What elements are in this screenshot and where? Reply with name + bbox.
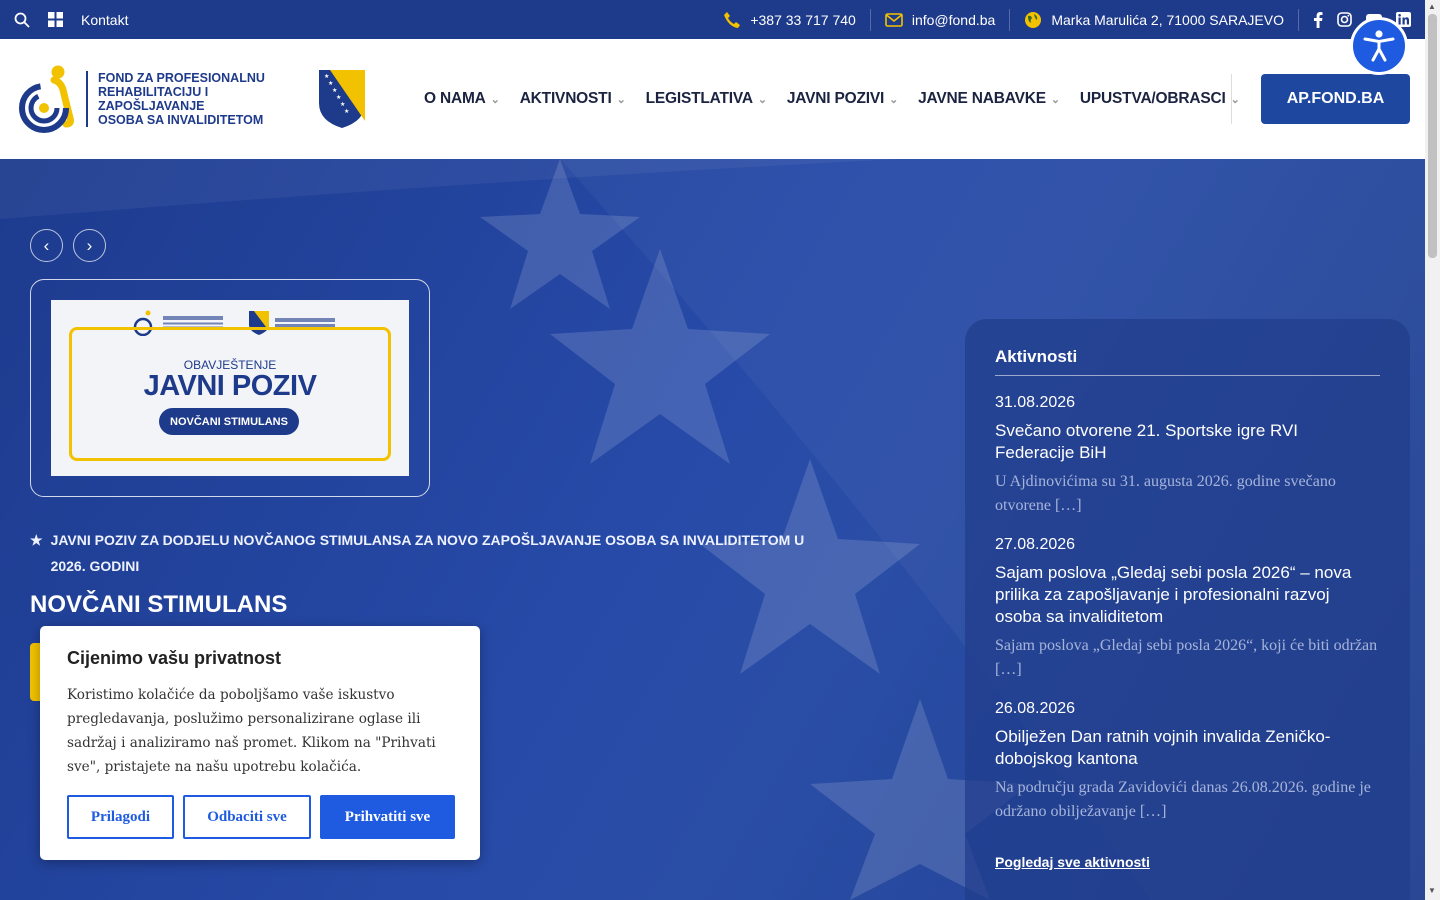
news-title[interactable]: Svečano otvorene 21. Sportske igre RVI F… (995, 420, 1380, 464)
phone-contact[interactable]: +387 33 717 740 (709, 8, 871, 31)
instagram-icon[interactable] (1337, 12, 1352, 27)
news-excerpt: Na području grada Zavidovići danas 26.08… (995, 779, 1371, 820)
svg-text:★: ★ (336, 94, 341, 101)
nav-item-legistlativa[interactable]: LEGISTLATIVA ⌄ (646, 90, 767, 108)
nav-label: AKTIVNOSTI (519, 90, 612, 107)
grid-menu-icon[interactable] (48, 12, 63, 27)
coat-of-arms-icon: ★ ★ ★ ★ ★ ★ (318, 69, 366, 129)
svg-text:★: ★ (332, 87, 337, 94)
logo-text: FOND ZA PROFESIONALNU REHABILITACIJU I Z… (86, 71, 310, 127)
site-header: FOND ZA PROFESIONALNU REHABILITACIJU I Z… (0, 39, 1425, 159)
nav-label: JAVNE NABAVKE (918, 90, 1046, 107)
scroll-down-icon[interactable]: ▼ (1428, 886, 1436, 895)
logo-line-3: OSOBA SA INVALIDITETOM (98, 113, 264, 127)
ap-fond-button[interactable]: AP.FOND.BA (1261, 74, 1410, 124)
slide-headline-text: JAVNI POZIV ZA DODJELU NOVČANOG STIMULAN… (50, 532, 805, 574)
slide-title: NOVČANI STIMULANS (30, 591, 288, 618)
nav-label: LEGISTLATIVA (645, 90, 753, 107)
news-date: 31.08.2026 (995, 394, 1076, 411)
slide-image-title: JAVNI POZIV (143, 370, 317, 402)
slider-prev-button[interactable]: ‹ (30, 229, 63, 262)
email-address: info@fond.ba (911, 11, 996, 28)
site-logo[interactable]: FOND ZA PROFESIONALNU REHABILITACIJU I Z… (14, 63, 366, 135)
kontakt-link[interactable]: Kontakt (81, 12, 128, 28)
nav-label: UPUSTVA/OBRASCI (1079, 90, 1226, 107)
nav-item-o-nama[interactable]: O NAMA ⌄ (424, 90, 500, 108)
slider-next-button[interactable]: › (73, 229, 106, 262)
nav-item-aktivnosti[interactable]: AKTIVNOSTI ⌄ (520, 90, 626, 108)
chevron-down-icon: ⌄ (490, 93, 500, 106)
phone-number: +387 33 717 740 (750, 11, 856, 28)
nav-label: JAVNI POZIVI (786, 90, 885, 107)
slider-controls: ‹ › (30, 229, 106, 262)
scrollbar-thumb[interactable] (1428, 14, 1437, 258)
news-item[interactable]: 31.08.2026 Svečano otvorene 21. Sportske… (995, 394, 1380, 518)
logo-line-2: REHABILITACIJU I ZAPOŠLJAVANJE (98, 85, 209, 113)
slide-headline[interactable]: ★ JAVNI POZIV ZA DODJELU NOVČANOG STIMUL… (30, 527, 830, 579)
cookie-accept-button[interactable]: Prihvatiti sve (320, 795, 455, 839)
svg-text:★: ★ (324, 73, 329, 80)
cookie-consent-dialog: Cijenimo vašu privatnost Koristimo kolač… (40, 626, 480, 860)
nav-item-javne-nabavke[interactable]: JAVNE NABAVKE ⌄ (918, 90, 1060, 108)
slide-image-pill: NOVČANI STIMULANS (159, 408, 299, 435)
nav-item-upustva-obrasci[interactable]: UPUSTVA/OBRASCI ⌄ (1080, 90, 1240, 108)
news-excerpt: U Ajdinovićima su 31. augusta 2026. godi… (995, 473, 1336, 514)
wheelchair-logo-icon (14, 64, 78, 134)
news-title[interactable]: Obilježen Dan ratnih vojnih invalida Zen… (995, 726, 1380, 770)
accessibility-icon (1362, 29, 1396, 63)
news-item[interactable]: 26.08.2026 Obilježen Dan ratnih vojnih i… (995, 700, 1380, 824)
cookie-buttons: Prilagodi Odbaciti sve Prihvatiti sve (67, 795, 455, 839)
svg-text:★: ★ (344, 108, 349, 115)
nav-item-javni-pozivi[interactable]: JAVNI POZIVI ⌄ (787, 90, 898, 108)
globe-icon (1024, 11, 1042, 29)
svg-text:★: ★ (328, 80, 333, 87)
aktivnosti-heading: Aktivnosti (995, 347, 1380, 376)
page-scrollbar[interactable]: ▲ ▼ (1425, 0, 1440, 900)
chevron-down-icon: ⌄ (1050, 93, 1060, 106)
slide-card[interactable]: OBAVJEŠTENJE JAVNI POZIV NOVČANI STIMULA… (30, 279, 430, 497)
nav-label: O NAMA (424, 90, 486, 107)
facebook-icon[interactable] (1313, 11, 1323, 28)
cookie-customize-button[interactable]: Prilagodi (67, 795, 174, 839)
cookie-title: Cijenimo vašu privatnost (67, 648, 282, 668)
slide-image: OBAVJEŠTENJE JAVNI POZIV NOVČANI STIMULA… (51, 300, 409, 476)
logo-line-1: FOND ZA PROFESIONALNU (98, 71, 265, 85)
nav-divider (1231, 74, 1232, 124)
news-excerpt: Sajam poslova „Gledaj sebi posla 2026“, … (995, 637, 1378, 678)
news-date: 27.08.2026 (995, 536, 1076, 553)
top-bar: Kontakt +387 33 717 740 info@fond.ba Mar… (0, 0, 1425, 39)
search-icon[interactable] (14, 12, 30, 28)
chevron-down-icon: ⌄ (757, 93, 767, 106)
chevron-down-icon: ⌄ (889, 93, 899, 106)
see-all-activities-link[interactable]: Pogledaj sve aktivnosti (995, 854, 1380, 870)
aktivnosti-panel: Aktivnosti 31.08.2026 Svečano otvorene 2… (965, 319, 1410, 900)
accessibility-button[interactable] (1350, 17, 1408, 75)
address-contact: Marka Marulića 2, 71000 SARAJEVO (1010, 8, 1299, 31)
news-title[interactable]: Sajam poslova „Gledaj sebi posla 2026“ –… (995, 562, 1380, 628)
svg-text:★: ★ (340, 101, 345, 108)
phone-icon (723, 11, 741, 29)
email-contact[interactable]: info@fond.ba (871, 8, 1011, 31)
news-date: 26.08.2026 (995, 700, 1076, 717)
address-text: Marka Marulića 2, 71000 SARAJEVO (1051, 11, 1284, 28)
cookie-text: Koristimo kolačiće da poboljšamo vaše is… (67, 687, 436, 775)
cookie-reject-button[interactable]: Odbaciti sve (183, 795, 311, 839)
mail-icon (885, 12, 903, 27)
star-icon: ★ (30, 532, 43, 548)
news-item[interactable]: 27.08.2026 Sajam poslova „Gledaj sebi po… (995, 536, 1380, 682)
chevron-down-icon: ⌄ (616, 93, 626, 106)
scroll-up-icon[interactable]: ▲ (1428, 2, 1436, 11)
main-navigation: O NAMA ⌄ AKTIVNOSTI ⌄ LEGISTLATIVA ⌄ JAVNI … (424, 39, 1240, 159)
